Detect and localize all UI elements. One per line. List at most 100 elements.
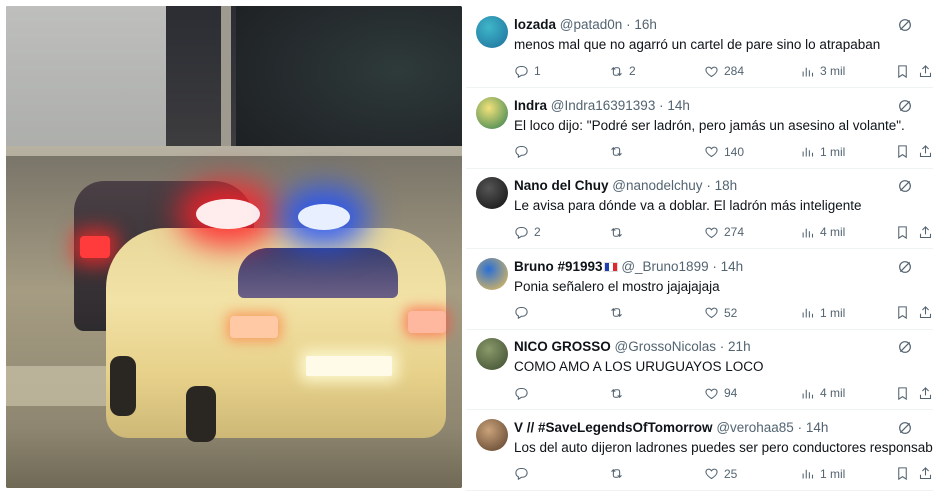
bar-chart-icon — [802, 389, 814, 398]
display-name[interactable]: Bruno #91993 — [514, 259, 603, 274]
share-button[interactable] — [918, 223, 933, 241]
grok-icon[interactable] — [897, 339, 913, 355]
share-button[interactable] — [918, 384, 933, 402]
heart-icon — [705, 307, 718, 319]
like-button[interactable]: 140 — [704, 143, 744, 161]
views-button[interactable]: 1 mil — [800, 304, 845, 322]
user-handle[interactable]: @patad0n — [560, 17, 623, 32]
reply-button[interactable] — [514, 143, 534, 161]
bookmark-button[interactable] — [895, 384, 910, 402]
reply-tweet[interactable]: Bruno #91993 @_Bruno1899 · 14h Ponia seña… — [466, 250, 933, 330]
views-button[interactable]: 4 mil — [800, 223, 845, 241]
like-button[interactable]: 94 — [704, 384, 737, 402]
red-siren-light — [196, 199, 260, 229]
views-button[interactable]: 1 mil — [800, 143, 845, 161]
display-name[interactable]: V // #SaveLegendsOfTomorrow — [514, 420, 713, 435]
like-button[interactable]: 284 — [704, 62, 744, 80]
like-button[interactable]: 25 — [704, 465, 737, 483]
share-icon — [919, 225, 932, 238]
grok-icon[interactable] — [897, 259, 913, 275]
reply-tweet[interactable]: Nano del Chuy @nanodelchuy · 18h Le avisa… — [466, 169, 933, 249]
reply-button[interactable]: 1 — [514, 62, 541, 80]
display-name[interactable]: lozada — [514, 17, 556, 32]
reply-icon — [515, 467, 528, 481]
bar-chart-icon — [802, 308, 814, 318]
like-count: 94 — [724, 386, 738, 400]
avatar[interactable] — [476, 418, 508, 451]
bookmark-button[interactable] — [895, 62, 910, 80]
timestamp[interactable]: 14h — [667, 98, 690, 113]
grok-icon[interactable] — [897, 420, 913, 436]
reply-button[interactable] — [514, 465, 534, 483]
view-count: 3 mil — [820, 64, 846, 78]
heart-icon — [705, 146, 718, 158]
avatar[interactable] — [476, 16, 508, 48]
tweet-actions: 2 274 4 mil — [514, 223, 933, 241]
like-button[interactable]: 52 — [704, 304, 737, 322]
tweet-text: COMO AMO A LOS URUGUAYOS LOCO — [514, 359, 764, 374]
share-button[interactable] — [918, 143, 933, 161]
share-icon — [919, 145, 932, 158]
separator-dot: · — [659, 97, 664, 113]
retweet-button[interactable] — [609, 465, 629, 483]
tweet-text: El loco dijo: "Podré ser ladrón, pero ja… — [514, 117, 905, 133]
reply-button[interactable] — [514, 304, 534, 322]
tweet-header: Indra @Indra16391393 · 14h — [514, 98, 925, 116]
timestamp[interactable]: 14h — [721, 259, 744, 274]
share-button[interactable] — [918, 62, 933, 80]
retweet-icon — [611, 146, 622, 157]
timestamp[interactable]: 14h — [806, 420, 829, 435]
retweet-button[interactable] — [609, 143, 629, 161]
share-icon — [919, 467, 932, 480]
france-flag-icon — [603, 261, 618, 272]
views-button[interactable]: 4 mil — [800, 384, 845, 402]
grok-icon[interactable] — [897, 178, 913, 194]
views-button[interactable]: 3 mil — [800, 62, 845, 80]
avatar[interactable] — [476, 338, 508, 370]
share-icon — [919, 386, 932, 399]
reply-icon — [515, 145, 528, 159]
reply-tweet[interactable]: Indra @Indra16391393 · 14h El loco dijo: … — [466, 89, 933, 169]
share-icon — [919, 306, 932, 319]
blue-siren-light — [298, 204, 350, 230]
display-name[interactable]: Nano del Chuy — [514, 178, 609, 193]
bookmark-button[interactable] — [895, 143, 910, 161]
avatar[interactable] — [476, 257, 508, 290]
user-handle[interactable]: @Indra16391393 — [551, 98, 656, 113]
reply-button[interactable]: 2 — [514, 223, 541, 241]
timestamp[interactable]: 18h — [715, 178, 738, 193]
user-handle[interactable]: @_Bruno1899 — [621, 259, 708, 274]
retweet-icon — [611, 307, 622, 318]
display-name[interactable]: Indra — [514, 98, 547, 113]
view-count: 1 mil — [820, 466, 846, 481]
tweet-header: Bruno #91993 @_Bruno1899 · 14h — [514, 259, 925, 277]
views-button[interactable]: 1 mil — [800, 465, 845, 483]
like-button[interactable]: 274 — [704, 223, 744, 241]
bookmark-icon — [898, 467, 907, 481]
retweet-button[interactable] — [609, 384, 629, 402]
bookmark-button[interactable] — [895, 304, 910, 322]
retweet-button[interactable] — [609, 304, 629, 322]
user-handle[interactable]: @nanodelchuy — [612, 178, 702, 193]
retweet-button[interactable] — [609, 223, 629, 241]
reply-tweet[interactable]: V // #SaveLegendsOfTomorrow @verohaa85 ·… — [466, 411, 933, 491]
timestamp[interactable]: 16h — [634, 17, 657, 32]
avatar[interactable] — [476, 177, 508, 209]
reply-tweet[interactable]: lozada @patad0n · 16h menos mal que no ag… — [466, 8, 933, 88]
avatar[interactable] — [476, 96, 508, 129]
user-handle[interactable]: @GrossoNicolas — [615, 339, 716, 354]
share-button[interactable] — [918, 304, 933, 322]
user-handle[interactable]: @verohaa85 — [716, 420, 794, 435]
share-button[interactable] — [918, 465, 933, 483]
display-name[interactable]: NICO GROSSO — [514, 339, 611, 354]
view-count: 4 mil — [820, 225, 846, 239]
bookmark-button[interactable] — [895, 223, 910, 241]
reply-button[interactable] — [514, 384, 534, 402]
timestamp[interactable]: 21h — [728, 339, 751, 354]
reply-tweet[interactable]: NICO GROSSO @GrossoNicolas · 21h COMO AMO… — [466, 330, 933, 410]
grok-icon[interactable] — [897, 17, 913, 33]
bookmark-button[interactable] — [895, 465, 910, 483]
retweet-button[interactable]: 2 — [609, 62, 636, 80]
separator-dot: · — [719, 339, 725, 354]
grok-icon[interactable] — [897, 98, 913, 114]
